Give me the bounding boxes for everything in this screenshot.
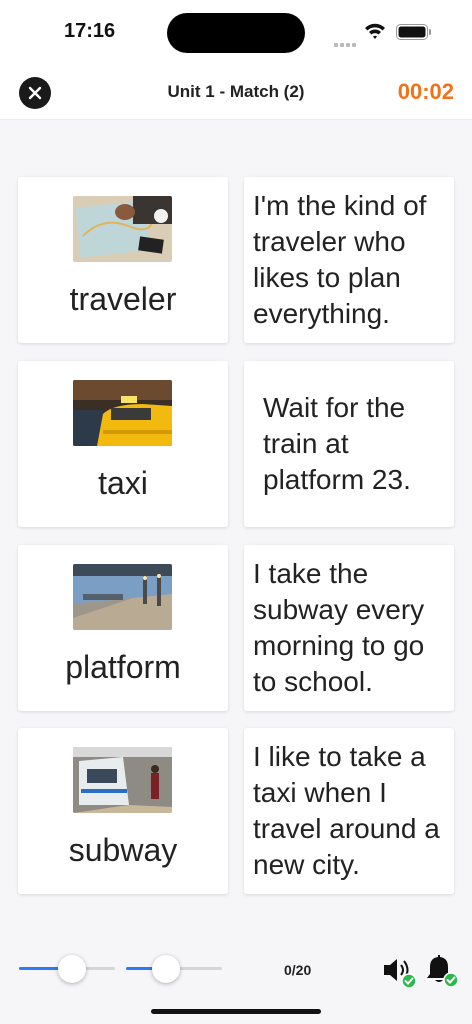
word-card-taxi[interactable]: taxi xyxy=(18,361,228,527)
speed-slider[interactable] xyxy=(19,955,115,983)
speaker-button[interactable] xyxy=(382,955,417,994)
speaker-icon xyxy=(384,959,417,989)
volume-slider[interactable] xyxy=(126,955,222,983)
sentence-card-1[interactable]: I'm the kind of traveler who likes to pl… xyxy=(244,177,454,343)
sentence-text: I take the subway every morning to go to… xyxy=(253,558,425,697)
sentence-text: Wait for the train at platform 23. xyxy=(263,392,411,495)
battery-icon xyxy=(396,24,432,45)
word-card-platform[interactable]: platform xyxy=(18,545,228,711)
map-planning-photo xyxy=(73,196,172,262)
status-bar: 17:16 xyxy=(0,0,472,64)
bell-icon xyxy=(427,955,459,988)
header: Unit 1 - Match (2) 00:02 xyxy=(0,64,472,120)
sentence-card-2[interactable]: Wait for the train at platform 23. xyxy=(244,361,454,527)
home-indicator xyxy=(151,1009,321,1014)
subway-train-photo xyxy=(73,747,172,813)
sentence-text: I'm the kind of traveler who likes to pl… xyxy=(253,190,427,329)
sentence-card-3[interactable]: I take the subway every morning to go to… xyxy=(244,545,454,711)
signal-icon xyxy=(334,34,358,52)
word-card-traveler[interactable]: traveler xyxy=(18,177,228,343)
train-platform-photo xyxy=(73,564,172,630)
sentence-text: I like to take a taxi when I travel arou… xyxy=(253,741,440,880)
progress-count: 0/20 xyxy=(284,962,312,978)
word-label: platform xyxy=(65,649,181,685)
sentence-card-4[interactable]: I like to take a taxi when I travel arou… xyxy=(244,728,454,894)
timer: 00:02 xyxy=(397,79,454,104)
slider-knob[interactable] xyxy=(58,955,86,983)
word-label: taxi xyxy=(98,465,148,501)
word-card-subway[interactable]: subway xyxy=(18,728,228,894)
slider-knob[interactable] xyxy=(152,955,180,983)
dynamic-island xyxy=(167,13,305,53)
status-time: 17:16 xyxy=(64,20,116,42)
taxi-cab-photo xyxy=(73,380,172,446)
wifi-icon xyxy=(364,22,386,45)
notification-button[interactable] xyxy=(426,954,460,993)
word-label: traveler xyxy=(69,281,177,317)
word-label: subway xyxy=(68,832,178,868)
